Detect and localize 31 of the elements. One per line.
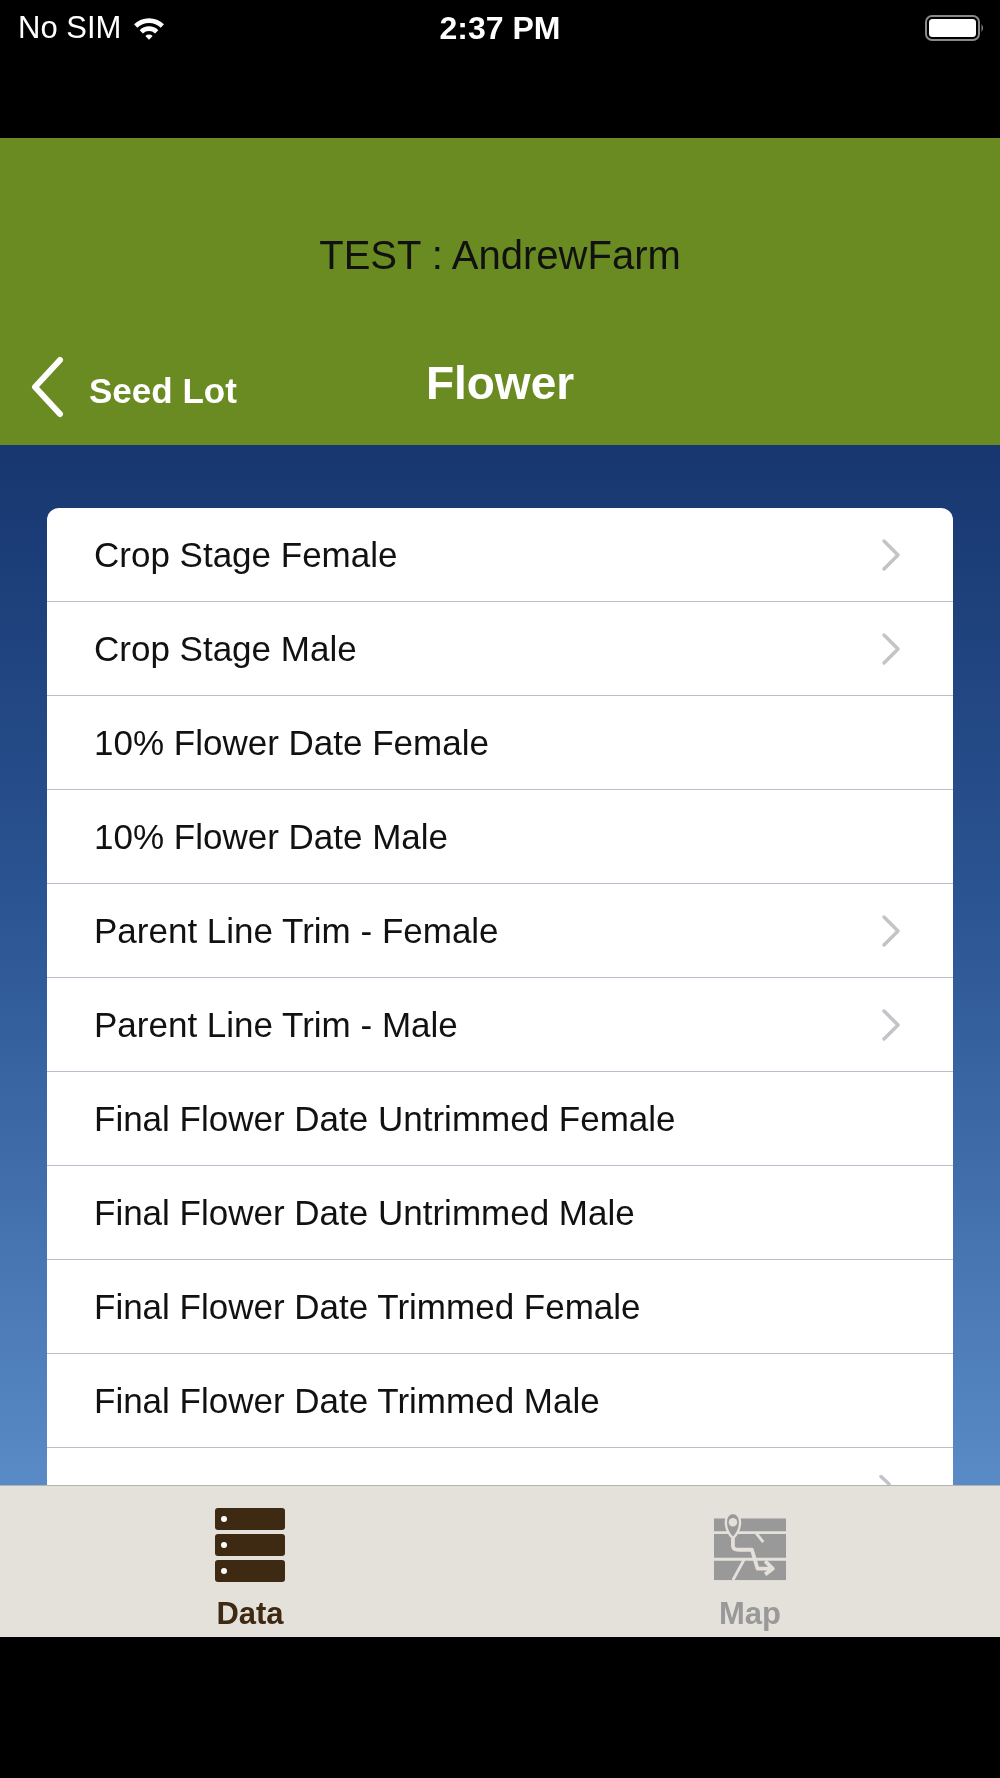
screen-title: Flower — [425, 356, 575, 410]
row-label: Parent Line Trim - Female — [94, 910, 499, 951]
row-label: Parent Line Trim - Male — [94, 1004, 458, 1045]
server-stack-icon — [214, 1508, 286, 1582]
row-label: 10% Flower Date Male — [94, 816, 449, 857]
carrier-label: No SIM — [18, 10, 122, 46]
row-label: Crop Stage Female — [94, 534, 398, 575]
row-label: Final Flower Date Trimmed Male — [94, 1380, 600, 1421]
list-row[interactable]: Final Flower Date Untrimmed Male — [47, 1166, 953, 1260]
list-row[interactable]: Crop Stage Female — [47, 508, 953, 602]
list-row[interactable]: Parent Line Trim - Male — [47, 978, 953, 1072]
list-row[interactable]: Final Flower Date Untrimmed Female — [47, 1072, 953, 1166]
list-row[interactable]: Crop Stage Male — [47, 602, 953, 696]
list-row[interactable]: Final Flower Date Trimmed Female — [47, 1260, 953, 1354]
back-button[interactable]: Seed Lot — [29, 356, 237, 418]
list-row[interactable]: 10% Flower Date Female — [47, 696, 953, 790]
back-label: Seed Lot — [89, 371, 237, 411]
battery-icon — [925, 15, 985, 41]
row-label: Final Flower Date Untrimmed Female — [94, 1098, 676, 1139]
row-label: 10% Flower Date Female — [94, 722, 489, 763]
list-row[interactable]: Parent Line Trim - Female — [47, 884, 953, 978]
row-label: Crop Stage Male — [94, 628, 357, 669]
farm-title: TEST : AndrewFarm — [319, 232, 681, 278]
list-row[interactable]: Final Flower Date Trimmed Male — [47, 1354, 953, 1448]
row-label: Final Flower Date Trimmed Female — [94, 1286, 641, 1327]
row-label: Final Flower Date Untrimmed Male — [94, 1192, 635, 1233]
tab-item[interactable]: Data — [0, 1486, 500, 1637]
wifi-icon — [133, 16, 166, 40]
status-time: 2:37 PM — [439, 9, 561, 47]
back-chevron-icon — [29, 356, 65, 418]
list-row[interactable]: 10% Flower Date Male — [47, 790, 953, 884]
